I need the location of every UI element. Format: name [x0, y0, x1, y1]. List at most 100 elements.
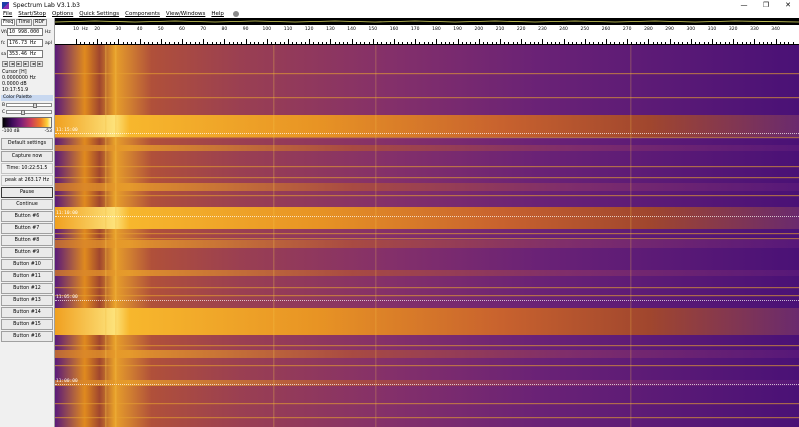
- frequency-scale[interactable]: 10 20 30 40 50 60 70 80 90 100 110 120 130 140 150 160 1…: [55, 25, 799, 45]
- menu-quick-settings[interactable]: Quick Settings: [79, 11, 119, 17]
- menu-help[interactable]: Help: [211, 11, 224, 17]
- brightness-slider[interactable]: [6, 103, 52, 108]
- app-logo-icon: [2, 1, 9, 9]
- contrast-slider-thumb[interactable]: [21, 110, 25, 115]
- waterfall-line: [55, 73, 799, 75]
- freq-tick: [122, 42, 124, 44]
- menu-components[interactable]: Components: [125, 11, 160, 17]
- freq-tick-label: 270: [622, 27, 632, 32]
- spectrum-graph[interactable]: [54, 18, 799, 25]
- button-14[interactable]: Button #14: [1, 307, 53, 318]
- freq-tick: [754, 39, 756, 44]
- spectrum-trace: [54, 20, 799, 23]
- continue-button[interactable]: Continue: [1, 199, 53, 210]
- zoom-in-icon[interactable]: ►: [37, 61, 43, 67]
- waterfall-line: [55, 166, 799, 168]
- status-circle-icon[interactable]: [232, 11, 239, 17]
- peak-display: peak at 263.17 Hz: [1, 175, 53, 186]
- vfo-field[interactable]: 10 998.000: [7, 28, 43, 36]
- freq-tick: [792, 42, 794, 44]
- default-settings-button[interactable]: Default settings: [1, 138, 53, 150]
- freq-tick-label: 220: [516, 27, 526, 32]
- tab-time[interactable]: Time: [16, 19, 33, 26]
- freq-tick: [635, 42, 637, 44]
- freq-tick: [88, 42, 90, 44]
- brightness-slider-thumb[interactable]: [33, 103, 37, 108]
- button-6[interactable]: Button #6: [1, 211, 53, 222]
- freq-tick: [338, 42, 340, 44]
- span-field[interactable]: 353.46 Hz: [7, 50, 43, 58]
- menu-file[interactable]: File: [3, 11, 12, 17]
- button-8[interactable]: Button #8: [1, 235, 53, 246]
- button-11[interactable]: Button #11: [1, 271, 53, 282]
- freq-tick: [703, 42, 705, 44]
- waterfall-line: [55, 403, 799, 405]
- button-9[interactable]: Button #9: [1, 247, 53, 258]
- freq-tick: [237, 42, 239, 44]
- center-freq-unit[interactable]: apl: [45, 41, 52, 46]
- freq-tick: [381, 42, 383, 44]
- freq-tick-label: 120: [304, 27, 314, 32]
- button-15[interactable]: Button #15: [1, 319, 53, 330]
- freq-tick: [627, 39, 629, 44]
- freq-tick-label: 100: [262, 27, 272, 32]
- freq-tick: [97, 39, 99, 44]
- freq-tick: [432, 42, 434, 44]
- freq-tick: [347, 42, 349, 44]
- button-10[interactable]: Button #10: [1, 259, 53, 270]
- arrow-right-icon[interactable]: ►: [16, 61, 22, 67]
- freq-tick: [317, 42, 319, 44]
- freq-tick: [92, 42, 94, 44]
- freq-tick: [690, 39, 692, 44]
- maximize-icon[interactable]: ❐: [755, 0, 777, 10]
- menu-view-windows[interactable]: View/Windows: [166, 11, 205, 17]
- freq-tick: [555, 42, 557, 44]
- freq-tick-label: 310: [707, 27, 717, 32]
- waterfall-line: [55, 238, 799, 240]
- waterfall-band: [55, 240, 799, 248]
- menu-options[interactable]: Options: [52, 11, 73, 17]
- arrow-left-fast-icon[interactable]: ◄: [2, 61, 8, 67]
- minimize-icon[interactable]: —: [733, 0, 755, 10]
- freq-tick: [631, 42, 633, 44]
- menu-start-stop[interactable]: Start/Stop: [18, 11, 46, 17]
- button-7[interactable]: Button #7: [1, 223, 53, 234]
- color-palette-bar[interactable]: [2, 117, 52, 128]
- button-13[interactable]: Button #13: [1, 295, 53, 306]
- freq-tick: [406, 42, 408, 44]
- waterfall-display[interactable]: 11:15:00 11:10:00 11:05:00 11:00:00: [55, 45, 799, 427]
- tab-rdf[interactable]: RDF: [33, 19, 47, 26]
- freq-tick: [313, 42, 315, 44]
- freq-tick: [279, 42, 281, 44]
- freq-tick: [762, 42, 764, 44]
- close-icon[interactable]: ✕: [777, 0, 799, 10]
- freq-tick: [618, 42, 620, 44]
- freq-tick: [508, 42, 510, 44]
- time-marker-line: [55, 384, 799, 385]
- freq-tick: [360, 42, 362, 44]
- freq-tick: [364, 42, 366, 44]
- freq-tick: [695, 42, 697, 44]
- freq-tick: [745, 42, 747, 44]
- capture-now-button[interactable]: Capture now: [1, 151, 53, 162]
- center-freq-row: fc 176.73 Hz apl: [0, 38, 54, 48]
- tab-freq[interactable]: Freq: [1, 19, 16, 26]
- menu-bar: File Start/Stop Options Quick Settings C…: [0, 10, 799, 18]
- contrast-slider[interactable]: [6, 110, 52, 115]
- scroll-arrows: ◄ ◄ ► ► ◄ ►: [0, 61, 54, 68]
- pause-button[interactable]: Pause: [1, 187, 53, 198]
- zoom-out-icon[interactable]: ◄: [30, 61, 36, 67]
- freq-tick: [741, 42, 743, 44]
- freq-tick: [105, 42, 107, 44]
- arrow-right-fast-icon[interactable]: ►: [23, 61, 29, 67]
- button-16[interactable]: Button #16: [1, 331, 53, 342]
- center-freq-field[interactable]: 176.73 Hz: [7, 39, 43, 47]
- waterfall-line: [55, 195, 799, 197]
- brightness-slider-row: B: [0, 102, 54, 108]
- freq-tick: [198, 42, 200, 44]
- freq-tick: [504, 42, 506, 44]
- button-12[interactable]: Button #12: [1, 283, 53, 294]
- arrow-left-icon[interactable]: ◄: [9, 61, 15, 67]
- waterfall-band: [55, 183, 799, 191]
- freq-tick: [678, 42, 680, 44]
